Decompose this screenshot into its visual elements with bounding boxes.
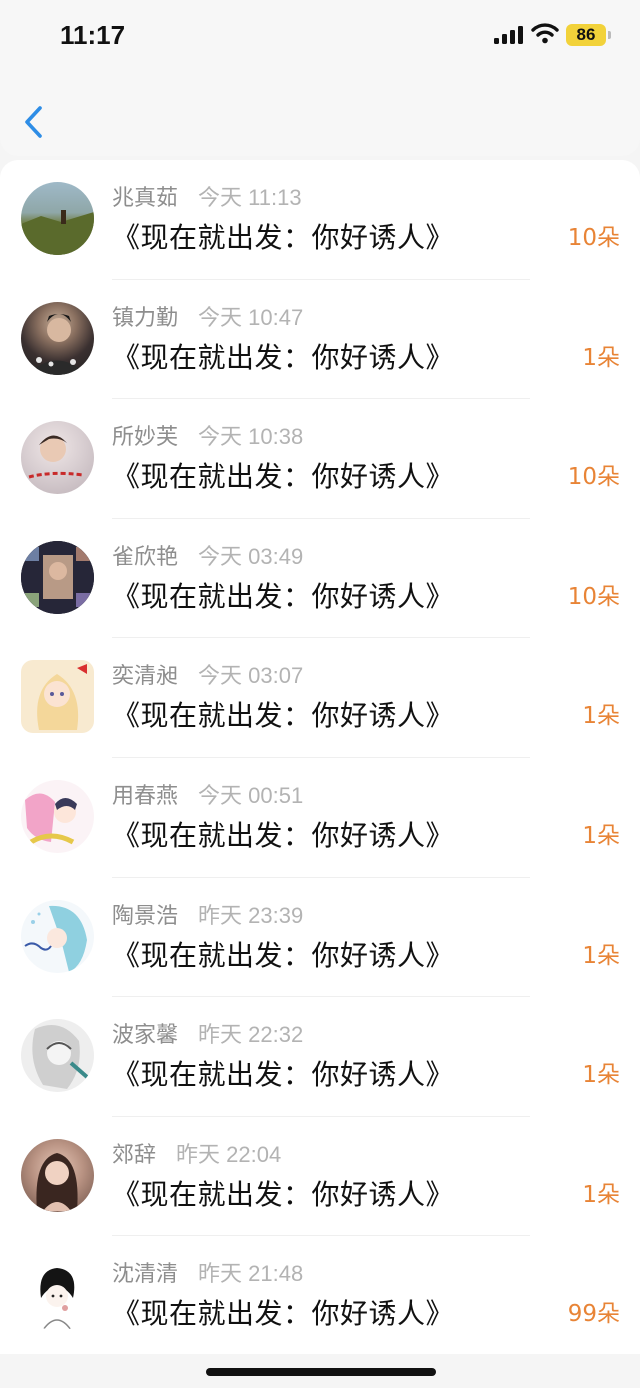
avatar[interactable] [21, 899, 94, 973]
sender-name: 沈清清 [112, 1262, 179, 1288]
gift-count: 1朵 [582, 1062, 620, 1089]
list-item[interactable]: 奕清昶 今天 03:07 《现在就出发：你好诱人》 1朵 [0, 638, 640, 758]
avatar[interactable] [21, 1138, 94, 1212]
avatar[interactable] [21, 182, 94, 255]
work-title: 《现在就出发：你好诱人》 [112, 1297, 455, 1331]
chevron-left-icon [25, 106, 42, 138]
avatar[interactable] [21, 421, 94, 495]
message-time: 今天 00:51 [198, 782, 304, 808]
message-meta: 沈清清 昨天 21:48 [112, 1256, 303, 1288]
gift-message-list: 兆真茹 今天 11:13 《现在就出发：你好诱人》 10朵 镇力勤 今天 10:… [0, 160, 640, 1354]
gift-count: 1朵 [582, 942, 620, 969]
message-time: 昨天 22:32 [198, 1022, 304, 1048]
sender-name: 用春燕 [112, 783, 179, 809]
sender-name: 陶景浩 [112, 903, 179, 929]
sender-name: 雀欣艳 [112, 544, 179, 570]
list-item[interactable]: 所妙芙 今天 10:38 《现在就出发：你好诱人》 10朵 [0, 399, 640, 519]
message-time: 昨天 23:39 [198, 902, 304, 928]
avatar[interactable] [21, 1258, 94, 1332]
message-meta: 奕清昶 今天 03:07 [112, 658, 303, 690]
list-item[interactable]: 兆真茹 今天 11:13 《现在就出发：你好诱人》 10朵 [0, 160, 640, 280]
signal-icon [494, 26, 523, 44]
status-bar: 11:17 86 [0, 0, 640, 70]
sender-name: 波家馨 [112, 1023, 179, 1049]
message-meta: 郊辞 昨天 22:04 [112, 1137, 281, 1169]
work-title: 《现在就出发：你好诱人》 [112, 818, 455, 852]
message-time: 今天 03:07 [198, 663, 304, 689]
message-time: 今天 10:38 [198, 424, 304, 450]
work-title: 《现在就出发：你好诱人》 [112, 1177, 455, 1211]
message-time: 今天 10:47 [198, 304, 304, 330]
sender-name: 奕清昶 [112, 664, 179, 690]
gift-count: 10朵 [567, 464, 620, 491]
work-title: 《现在就出发：你好诱人》 [112, 579, 455, 613]
list-item[interactable]: 镇力勤 今天 10:47 《现在就出发：你好诱人》 1朵 [0, 280, 640, 400]
status-time: 11:17 [60, 20, 126, 50]
back-button[interactable] [14, 98, 54, 146]
message-time: 今天 11:13 [198, 185, 302, 210]
avatar[interactable] [21, 301, 94, 375]
gift-count: 1朵 [582, 703, 620, 730]
message-time: 今天 03:49 [198, 543, 304, 569]
message-meta: 陶景浩 昨天 23:39 [112, 898, 303, 930]
avatar[interactable] [21, 779, 94, 853]
battery-icon: 86 [566, 24, 611, 46]
work-title: 《现在就出发：你好诱人》 [112, 460, 455, 494]
gift-count: 99朵 [567, 1301, 620, 1328]
sender-name: 兆真茹 [112, 186, 179, 211]
sender-name: 郊辞 [112, 1142, 157, 1168]
gift-count: 1朵 [582, 822, 620, 849]
list-item[interactable]: 用春燕 今天 00:51 《现在就出发：你好诱人》 1朵 [0, 758, 640, 878]
work-title: 《现在就出发：你好诱人》 [112, 938, 455, 972]
work-title: 《现在就出发：你好诱人》 [112, 340, 455, 374]
message-meta: 波家馨 昨天 22:32 [112, 1017, 303, 1049]
message-meta: 镇力勤 今天 10:47 [112, 300, 303, 332]
gift-count: 1朵 [582, 1181, 620, 1208]
sender-name: 镇力勤 [112, 305, 179, 331]
list-item[interactable]: 沈清清 昨天 21:48 《现在就出发：你好诱人》 99朵 [0, 1236, 640, 1354]
message-meta: 用春燕 今天 00:51 [112, 778, 303, 810]
gift-count: 10朵 [567, 583, 620, 610]
work-title: 《现在就出发：你好诱人》 [112, 221, 455, 254]
sender-name: 所妙芙 [112, 425, 179, 451]
list-item[interactable]: 郊辞 昨天 22:04 《现在就出发：你好诱人》 1朵 [0, 1117, 640, 1237]
avatar[interactable] [21, 1019, 94, 1093]
message-time: 昨天 22:04 [176, 1141, 282, 1167]
message-meta: 兆真茹 今天 11:13 [112, 180, 302, 212]
avatar[interactable] [21, 660, 94, 734]
message-meta: 所妙芙 今天 10:38 [112, 419, 303, 451]
gift-count: 1朵 [582, 344, 620, 371]
list-item[interactable]: 波家馨 昨天 22:32 《现在就出发：你好诱人》 1朵 [0, 997, 640, 1117]
message-time: 昨天 21:48 [198, 1261, 304, 1287]
battery-level: 86 [576, 25, 596, 44]
work-title: 《现在就出发：你好诱人》 [112, 1058, 455, 1092]
gift-count: 10朵 [567, 225, 620, 251]
bottom-area [0, 1354, 640, 1388]
wifi-icon [531, 23, 559, 44]
list-item[interactable]: 雀欣艳 今天 03:49 《现在就出发：你好诱人》 10朵 [0, 519, 640, 639]
work-title: 《现在就出发：你好诱人》 [112, 699, 455, 733]
home-indicator[interactable] [206, 1368, 436, 1376]
nav-bar [0, 70, 640, 156]
message-meta: 雀欣艳 今天 03:49 [112, 539, 303, 571]
list-item[interactable]: 陶景浩 昨天 23:39 《现在就出发：你好诱人》 1朵 [0, 878, 640, 998]
avatar[interactable] [21, 540, 94, 614]
